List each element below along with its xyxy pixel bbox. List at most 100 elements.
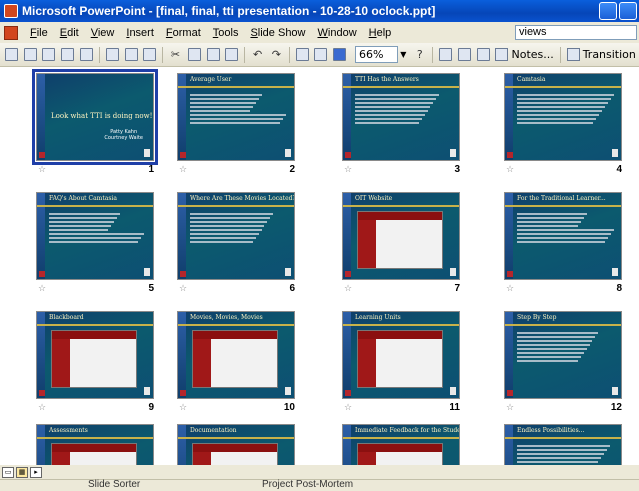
transition-star-icon[interactable]: ☆ <box>506 284 514 294</box>
slide-thumbnail[interactable]: OIT Website ☆ 7 <box>342 192 462 294</box>
color-icon[interactable] <box>331 46 348 64</box>
slide-preview[interactable]: Movies, Movies, Movies <box>177 311 295 399</box>
slide-number: 1 <box>148 164 154 175</box>
slide-preview[interactable]: Where Are These Movies Located? <box>177 192 295 280</box>
transition-star-icon[interactable]: ☆ <box>179 284 187 294</box>
document-icon[interactable] <box>4 25 18 40</box>
slide-thumbnail[interactable]: Movies, Movies, Movies ☆ 10 <box>177 311 297 413</box>
help-search-input[interactable]: views <box>515 25 637 40</box>
menu-view[interactable]: View <box>85 27 121 39</box>
slide-preview[interactable]: Documentation <box>177 424 295 465</box>
slide-title-rule <box>37 437 153 439</box>
slide-preview[interactable]: OIT Website <box>342 192 460 280</box>
save-icon[interactable] <box>41 46 58 64</box>
show-formatting-icon[interactable] <box>294 46 311 64</box>
slide-body-text <box>49 211 147 245</box>
slide-thumbnail[interactable]: For the Traditional Learner... ☆ 8 <box>504 192 624 294</box>
transition-star-icon[interactable]: ☆ <box>506 165 514 175</box>
slide-thumbnail[interactable]: Step By Step ☆ 12 <box>504 311 624 413</box>
slide-thumbnail[interactable]: Immediate Feedback for the Student <box>342 424 462 465</box>
slide-preview[interactable]: For the Traditional Learner... <box>504 192 622 280</box>
menu-format[interactable]: Format <box>160 27 207 39</box>
transition-button[interactable]: Transition <box>566 48 636 61</box>
menu-help[interactable]: Help <box>363 27 398 39</box>
spelling-icon[interactable] <box>141 46 158 64</box>
slide-title: TTI Has the Answers <box>355 76 419 83</box>
slide-number: 11 <box>449 402 460 413</box>
slide-number-box <box>285 387 291 395</box>
slide-preview[interactable]: Learning Units <box>342 311 460 399</box>
powerpoint-icon[interactable] <box>4 4 18 18</box>
slide-thumbnail[interactable]: Blackboard ☆ 9 <box>36 311 156 413</box>
transition-star-icon[interactable]: ☆ <box>38 165 46 175</box>
transition-star-icon[interactable]: ☆ <box>38 284 46 294</box>
cut-icon[interactable]: ✂ <box>167 46 184 64</box>
notes-button[interactable]: Notes... <box>495 48 554 61</box>
menu-file[interactable]: File <box>24 27 54 39</box>
chevron-down-icon[interactable]: ▼ <box>400 50 406 59</box>
email-icon[interactable] <box>78 46 95 64</box>
slide-preview[interactable]: Step By Step <box>504 311 622 399</box>
slide-preview[interactable]: FAQ's About Camtasia <box>36 192 154 280</box>
transition-star-icon[interactable]: ☆ <box>179 403 187 413</box>
menu-tools[interactable]: Tools <box>207 27 245 39</box>
slide-body-text <box>517 92 615 126</box>
slide-preview[interactable]: Camtasia <box>504 73 622 161</box>
slide-title: OIT Website <box>355 195 393 202</box>
slide-thumbnail[interactable]: Learning Units ☆ 11 <box>342 311 462 413</box>
menu-edit[interactable]: Edit <box>54 27 85 39</box>
slide-thumbnail[interactable]: Camtasia ☆ 4 <box>504 73 624 175</box>
zoom-select[interactable]: 66% <box>355 46 399 63</box>
slide-sorter-pane[interactable]: Look what TTI is doing now! Patty Kahn Co… <box>0 67 639 465</box>
transition-star-icon[interactable]: ☆ <box>344 403 352 413</box>
title-bar: Microsoft PowerPoint - [final, final, tt… <box>0 0 639 22</box>
slide-show-view-button[interactable]: ▸ <box>30 466 42 478</box>
transition-star-icon[interactable]: ☆ <box>179 165 187 175</box>
print-preview-icon[interactable] <box>123 46 140 64</box>
slide-thumbnail[interactable]: Where Are These Movies Located? ☆ 6 <box>177 192 297 294</box>
open-icon[interactable] <box>22 46 39 64</box>
slide-screenshot-image <box>192 330 278 388</box>
slide-preview[interactable]: Assessments <box>36 424 154 465</box>
menu-slide-show[interactable]: Slide Show <box>244 27 311 39</box>
minimize-button[interactable] <box>599 2 617 20</box>
normal-view-button[interactable]: ▭ <box>2 466 14 478</box>
slide-thumbnail[interactable]: Documentation <box>177 424 297 465</box>
slide-thumbnail[interactable]: Look what TTI is doing now! Patty Kahn Co… <box>32 69 158 175</box>
undo-icon[interactable]: ↶ <box>249 46 266 64</box>
transition-star-icon[interactable]: ☆ <box>38 403 46 413</box>
maximize-button[interactable] <box>619 2 637 20</box>
slide-preview[interactable]: Immediate Feedback for the Student <box>342 424 460 465</box>
rehearse-timings-icon[interactable] <box>456 46 473 64</box>
transition-star-icon[interactable]: ☆ <box>344 284 352 294</box>
slide-thumbnail[interactable]: Endless Possibilities... <box>504 424 624 465</box>
slide-preview[interactable]: Average User <box>177 73 295 161</box>
transition-star-icon[interactable]: ☆ <box>344 165 352 175</box>
slide-thumbnail[interactable]: TTI Has the Answers ☆ 3 <box>342 73 462 175</box>
menu-insert[interactable]: Insert <box>120 27 160 39</box>
slide-thumbnail[interactable]: Average User ☆ 2 <box>177 73 297 175</box>
slide-sorter-view-button[interactable]: ▦ <box>16 466 28 478</box>
slide-number-box <box>285 149 291 157</box>
permission-icon[interactable] <box>59 46 76 64</box>
new-icon[interactable] <box>3 46 20 64</box>
slide-thumbnail[interactable]: FAQ's About Camtasia ☆ 5 <box>36 192 156 294</box>
grayscale-icon[interactable] <box>312 46 329 64</box>
copy-icon[interactable] <box>186 46 203 64</box>
slide-preview[interactable]: Blackboard <box>36 311 154 399</box>
menu-window[interactable]: Window <box>312 27 363 39</box>
slide-thumbnail[interactable]: Assessments <box>36 424 156 465</box>
hide-slide-icon[interactable] <box>437 46 454 64</box>
transition-star-icon[interactable]: ☆ <box>506 403 514 413</box>
redo-icon[interactable]: ↷ <box>268 46 285 64</box>
format-painter-icon[interactable] <box>223 46 240 64</box>
slide-title: Learning Units <box>355 314 401 321</box>
slide-screenshot-image <box>357 211 443 269</box>
paste-icon[interactable] <box>205 46 222 64</box>
slide-preview[interactable]: TTI Has the Answers <box>342 73 460 161</box>
slide-preview[interactable]: Look what TTI is doing now! Patty Kahn Co… <box>32 69 158 165</box>
summary-slide-icon[interactable] <box>475 46 492 64</box>
help-icon[interactable]: ? <box>411 46 428 64</box>
slide-preview[interactable]: Endless Possibilities... <box>504 424 622 465</box>
print-icon[interactable] <box>104 46 121 64</box>
